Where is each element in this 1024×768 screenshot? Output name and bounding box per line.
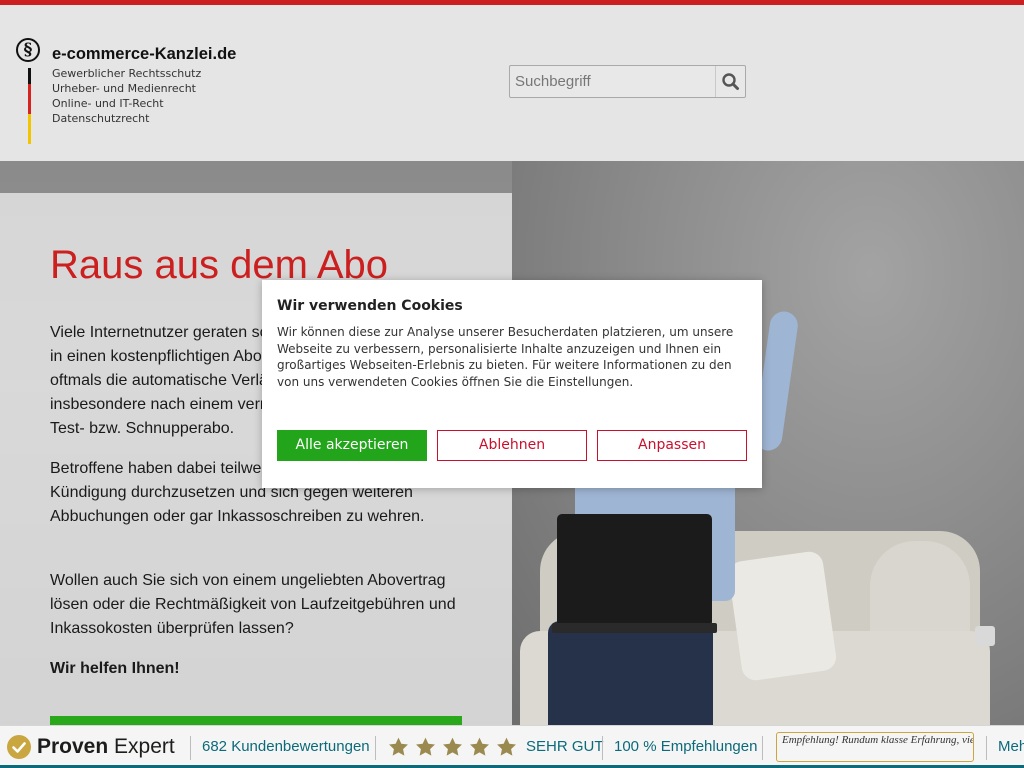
site-name: e-commerce-Kanzlei.de — [52, 45, 237, 63]
paragraph-sign-icon: § — [16, 38, 40, 62]
tagline-line: Online- und IT-Recht — [52, 97, 164, 110]
german-flag-bar — [28, 68, 31, 144]
cookie-consent-dialog: Wir verwenden Cookies Wir können diese z… — [262, 280, 762, 488]
search-button[interactable] — [715, 66, 745, 97]
customize-button[interactable]: Anpassen — [597, 430, 747, 461]
cookie-title: Wir verwenden Cookies — [277, 298, 463, 314]
star-icon — [414, 736, 437, 758]
site-logo[interactable]: § e-commerce-Kanzlei.de Gewerblicher Rec… — [16, 38, 246, 144]
more-link[interactable]: Meh — [998, 738, 1024, 755]
site-tagline: Gewerblicher Rechtsschutz Urheber- und M… — [52, 66, 201, 126]
divider — [375, 736, 376, 760]
star-rating — [387, 736, 522, 763]
star-icon — [387, 736, 410, 758]
cookie-text: Wir können diese zur Analyse unserer Bes… — [277, 325, 734, 390]
provenexpert-brand: Proven Expert — [37, 735, 175, 758]
star-icon — [441, 736, 464, 758]
search-box — [509, 65, 746, 98]
divider — [602, 736, 603, 760]
site-header: § e-commerce-Kanzlei.de Gewerblicher Rec… — [0, 5, 1024, 161]
star-icon — [495, 736, 518, 758]
tagline-line: Urheber- und Medienrecht — [52, 82, 196, 95]
search-icon — [722, 73, 739, 90]
recommendation-rate: 100 % Empfehlungen — [614, 738, 758, 755]
star-icon — [468, 736, 491, 758]
review-count: 682 Kundenbewertungen — [202, 738, 370, 755]
tagline-line: Gewerblicher Rechtsschutz — [52, 67, 202, 80]
hero-paragraph: Wollen auch Sie sich von einem ungeliebt… — [50, 572, 456, 637]
review-quote: Empfehlung! Rundum klasse Erfahrung, vie… — [776, 732, 974, 762]
divider — [986, 736, 987, 760]
decline-button[interactable]: Ablehnen — [437, 430, 587, 461]
accept-all-button[interactable]: Alle akzeptieren — [277, 430, 427, 461]
divider — [190, 736, 191, 760]
search-input[interactable] — [510, 66, 717, 97]
divider — [762, 736, 763, 760]
hero-callout: Wir helfen Ihnen! — [50, 660, 180, 677]
cta-button[interactable] — [50, 716, 462, 725]
tagline-line: Datenschutzrecht — [52, 112, 150, 125]
provenexpert-rating-bar[interactable]: Proven Expert 682 Kundenbewertungen SEHR… — [0, 725, 1024, 768]
checkmark-badge-icon — [7, 735, 31, 759]
rating-label: SEHR GUT — [526, 738, 604, 755]
